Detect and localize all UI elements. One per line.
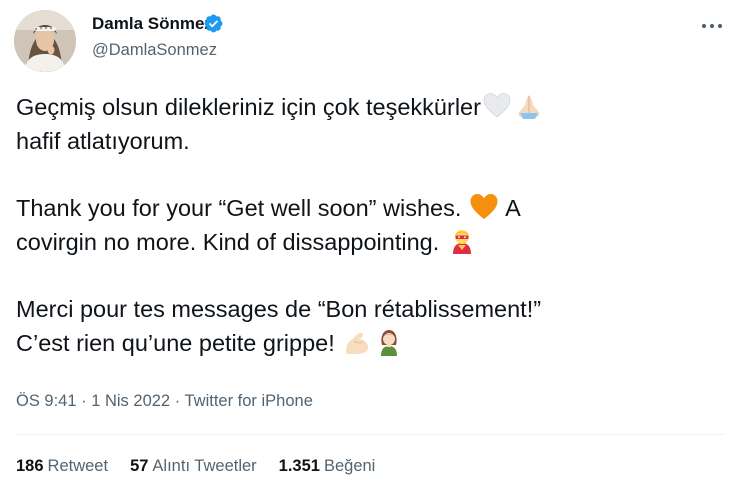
retweets-stat[interactable]: 186 Retweet: [16, 457, 108, 476]
author-handle[interactable]: @DamlaSonmez: [92, 41, 217, 60]
more-horizontal-icon: [701, 23, 723, 29]
likes-stat[interactable]: 1.351 Beğeni: [279, 457, 376, 476]
quote-tweets-stat[interactable]: 57 Alıntı Tweetler: [130, 457, 257, 476]
avatar[interactable]: [14, 10, 76, 72]
more-options-button[interactable]: [699, 15, 725, 37]
meta-separator: ·: [170, 392, 185, 410]
tweet-time[interactable]: ÖS 9:41: [16, 392, 77, 410]
tweet-line: A: [505, 195, 521, 221]
tweet-paragraph-french: Merci pour tes messages de “Bon rétablis…: [16, 292, 716, 360]
meta-separator: ·: [76, 392, 92, 410]
author-name[interactable]: Damla Sönmez: [92, 14, 213, 34]
likes-count: 1.351: [278, 457, 320, 475]
woman-in-steamy-room-emoji-icon: [374, 327, 404, 357]
quote-tweets-count: 57: [130, 457, 149, 475]
tweet-date[interactable]: 1 Nis 2022: [91, 392, 170, 410]
tweet-source-link[interactable]: Twitter for iPhone: [184, 392, 312, 410]
tweet-line: Thank you for your “Get well soon” wishe…: [16, 195, 462, 221]
superhero-emoji-icon: [447, 226, 477, 256]
quote-tweets-label: Alıntı Tweetler: [152, 457, 257, 475]
verified-badge-icon: [203, 13, 224, 34]
tweet-paragraph-english: Thank you for your “Get well soon” wishe…: [16, 191, 716, 259]
tweet: Damla Sönmez @DamlaSonmez Geçmiş olsun d…: [0, 0, 743, 498]
tweet-text: Geçmiş olsun dilekleriniz için çok teşek…: [16, 90, 716, 360]
tweet-line: hafif atlatıyorum.: [16, 128, 190, 154]
divider: [16, 434, 725, 435]
retweets-label: Retweet: [47, 457, 109, 475]
tweet-stats: 186 Retweet 57 Alıntı Tweetler 1.351 Beğeni: [16, 457, 397, 476]
orange-heart-emoji-icon: [469, 192, 499, 222]
likes-label: Beğeni: [323, 457, 376, 475]
tweet-line: Merci pour tes messages de “Bon rétablis…: [16, 296, 542, 322]
folded-hands-emoji-icon: [514, 91, 544, 121]
flexed-biceps-emoji-icon: [342, 327, 372, 357]
tweet-line: Geçmiş olsun dilekleriniz için çok teşek…: [16, 94, 481, 120]
retweets-count: 186: [16, 457, 44, 475]
tweet-meta: ÖS 9:41 · 1 Nis 2022 · Twitter for iPhon…: [16, 392, 313, 411]
tweet-line: C’est rien qu’une petite grippe!: [16, 330, 335, 356]
tweet-line: covirgin no more. Kind of dissappointing…: [16, 229, 440, 255]
white-heart-emoji-icon: [482, 91, 512, 121]
tweet-paragraph-turkish: Geçmiş olsun dilekleriniz için çok teşek…: [16, 90, 716, 158]
